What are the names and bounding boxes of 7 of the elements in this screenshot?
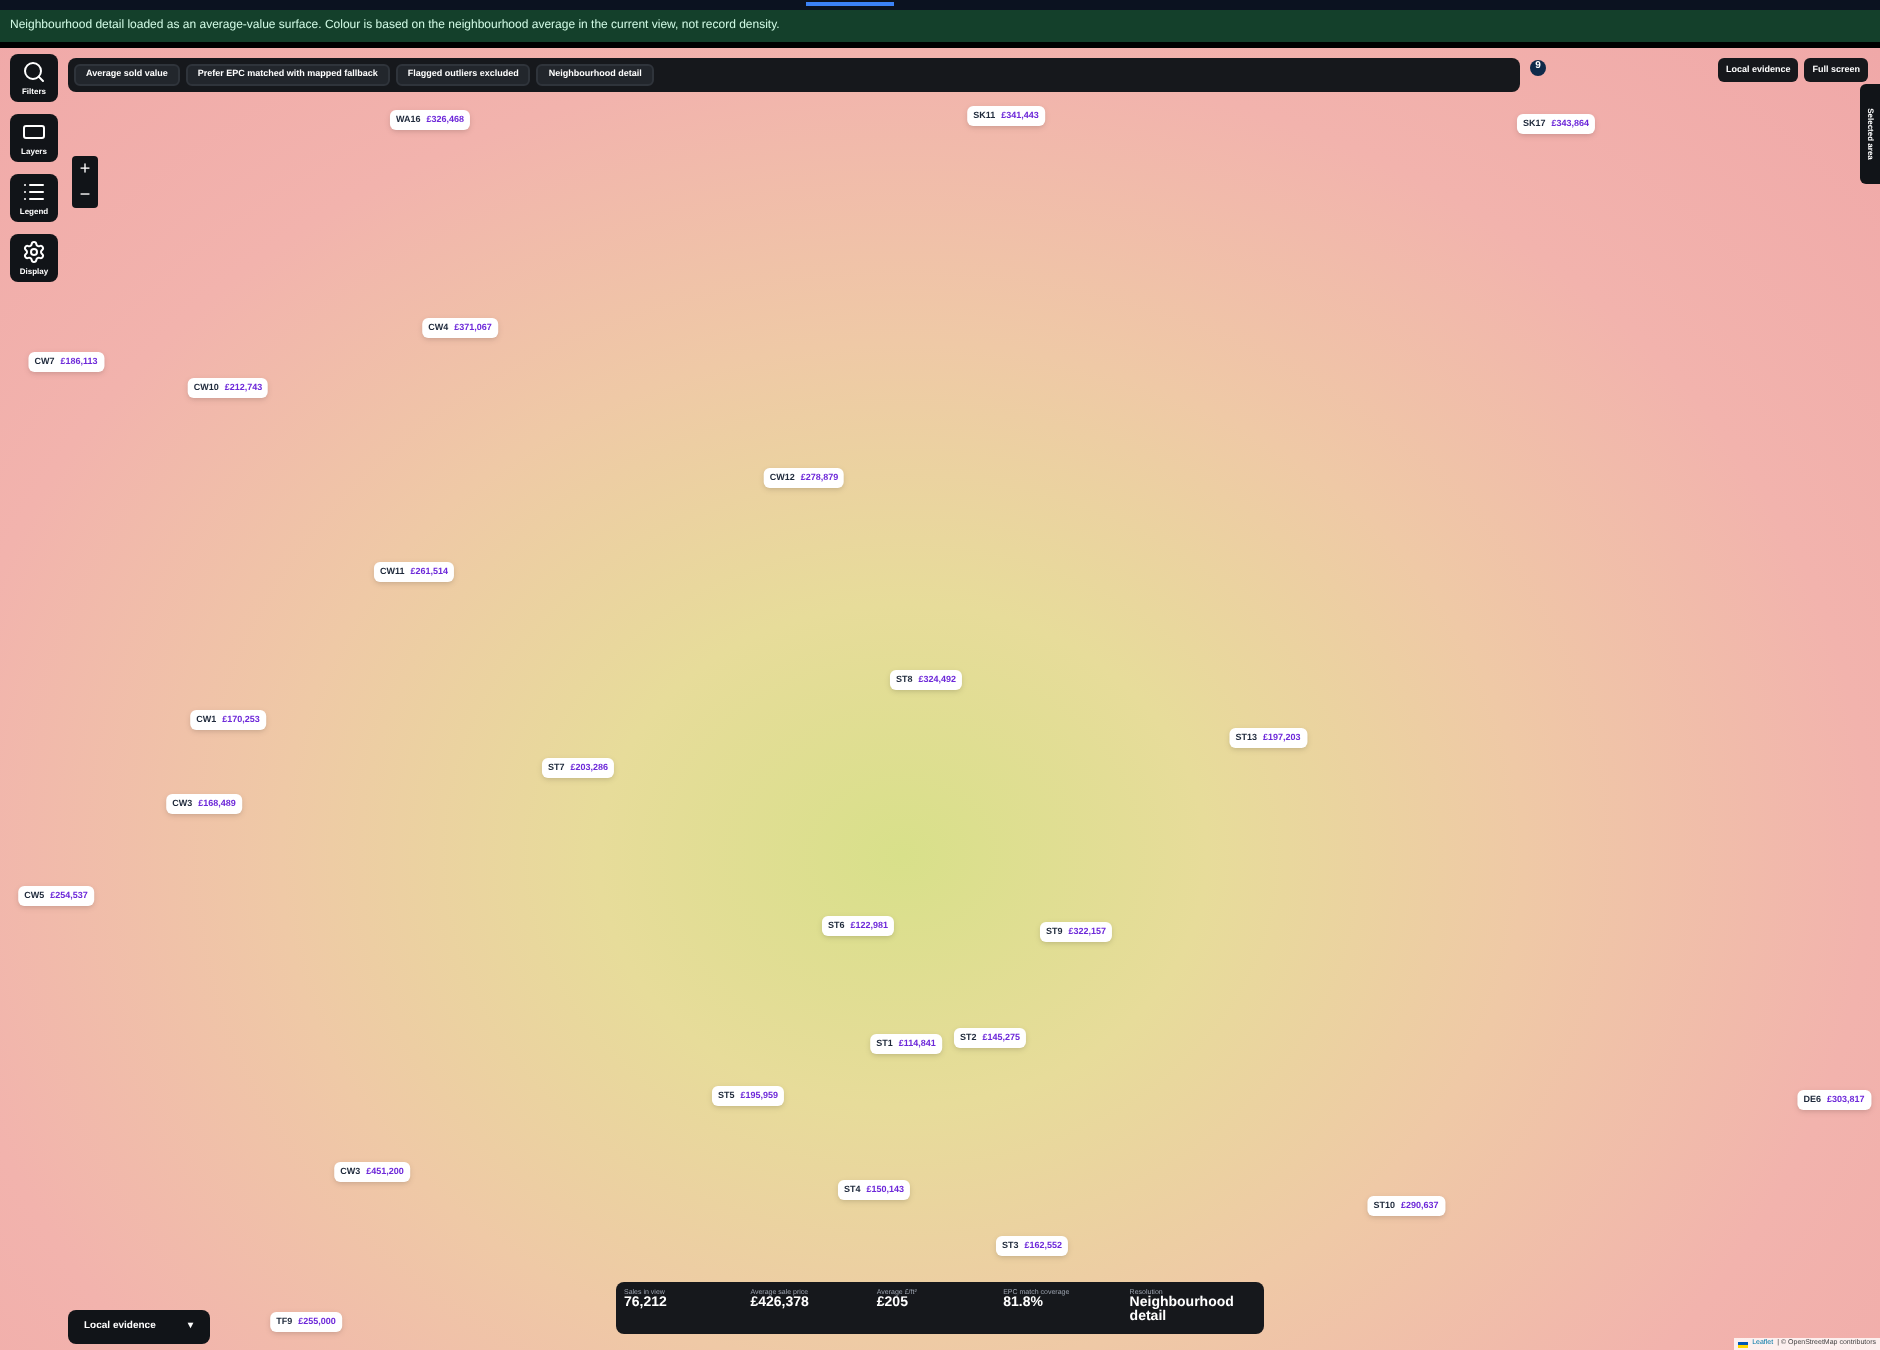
search-icon	[22, 60, 46, 84]
flag-icon	[1738, 1341, 1749, 1347]
zoom-in-button[interactable]: +	[72, 156, 98, 182]
settings-icon	[22, 240, 46, 264]
active-tab-indicator	[806, 2, 894, 6]
zoom-out-button[interactable]: −	[72, 182, 98, 208]
rectangle-icon	[22, 120, 46, 144]
